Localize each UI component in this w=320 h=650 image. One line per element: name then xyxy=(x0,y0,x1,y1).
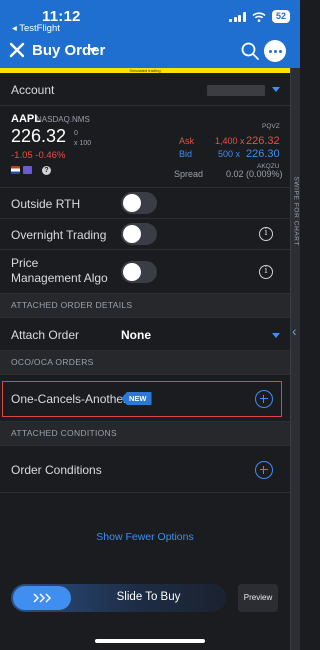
signal-icon xyxy=(229,11,246,22)
home-indicator[interactable] xyxy=(95,639,205,643)
new-badge: NEW xyxy=(121,392,152,405)
oca-label: One-Cancels-Another xyxy=(11,392,128,406)
section-header-attached-conditions: ATTACHED CONDITIONS xyxy=(0,422,290,446)
nav-bar: Buy Order xyxy=(0,34,300,68)
bottom-action-bar: Slide To Buy Preview xyxy=(0,574,290,624)
market-flags xyxy=(11,166,32,174)
chevron-down-icon[interactable] xyxy=(272,87,280,92)
status-bar: 11:12 ◂ TestFlight 52 xyxy=(0,0,300,34)
section-title: ATTACHED CONDITIONS xyxy=(11,428,117,438)
back-to-app-link[interactable]: ◂ TestFlight xyxy=(12,23,60,34)
attach-order-label: Attach Order xyxy=(11,328,80,342)
order-conditions-row[interactable]: Order Conditions xyxy=(0,446,290,493)
close-icon[interactable] xyxy=(8,41,26,59)
last-size: 0 xyxy=(74,130,78,137)
spread-label: Spread xyxy=(174,169,204,179)
battery-icon: 52 xyxy=(271,10,290,23)
bid-label: Bid xyxy=(179,149,193,159)
bid-size: 500 x xyxy=(218,149,241,159)
outside-rth-toggle[interactable] xyxy=(121,192,157,214)
account-row[interactable]: Account xyxy=(0,73,290,106)
chevron-down-icon[interactable] xyxy=(89,48,97,53)
slide-to-buy[interactable]: Slide To Buy xyxy=(11,584,226,612)
section-header-attached-order-details: ATTACHED ORDER DETAILS xyxy=(0,294,290,318)
overnight-trading-label: Overnight Trading xyxy=(11,228,107,242)
bid-price[interactable]: 226.30 xyxy=(246,148,280,160)
ask-label: Ask xyxy=(179,136,195,146)
spread-value: 0.02 (0.009%) xyxy=(226,169,283,179)
section-header-oco: OCO/OCA ORDERS xyxy=(0,351,290,375)
account-id-masked xyxy=(207,85,265,96)
section-title: OCO/OCA ORDERS xyxy=(11,357,94,367)
system-icons: 52 xyxy=(229,10,290,23)
attach-order-row[interactable]: Attach Order None xyxy=(0,318,290,351)
preview-button[interactable]: Preview xyxy=(238,584,278,612)
order-conditions-label: Order Conditions xyxy=(11,463,102,477)
spacer xyxy=(0,493,290,525)
swipe-for-chart-rail[interactable]: SWIPE FOR CHART ‹ xyxy=(290,68,300,650)
slide-handle[interactable] xyxy=(13,586,71,610)
ask-exchanges: PQVZ xyxy=(262,123,280,130)
overnight-trading-toggle[interactable] xyxy=(121,223,157,245)
exchange-badge-icon xyxy=(23,166,32,174)
exchange: NASDAQ.NMS xyxy=(36,115,90,124)
attach-order-value[interactable]: None xyxy=(121,328,151,342)
show-fewer-options[interactable]: Show Fewer Options xyxy=(0,525,290,553)
us-flag-icon xyxy=(11,166,20,174)
info-icon[interactable]: i xyxy=(259,227,273,241)
multiplier: x 100 xyxy=(74,140,92,147)
chevron-left-icon[interactable]: ‹ xyxy=(292,323,297,339)
quote-panel: AAPL NASDAQ.NMS 0 226.32 x 100 -1.05 -0.… xyxy=(0,106,290,188)
info-icon[interactable]: i xyxy=(259,265,273,279)
add-condition-icon[interactable] xyxy=(255,461,273,479)
rail-label: SWIPE FOR CHART xyxy=(292,176,300,247)
ask-size: 1,400 x xyxy=(215,136,245,146)
more-options-icon[interactable] xyxy=(264,40,286,62)
oca-row[interactable]: One-Cancels-Another NEW xyxy=(0,375,290,422)
help-icon[interactable]: ? xyxy=(42,166,51,175)
price-management-algo-toggle[interactable] xyxy=(121,261,157,283)
last-price: 226.32 xyxy=(11,126,67,146)
account-label: Account xyxy=(11,83,55,97)
add-oca-icon[interactable] xyxy=(255,390,273,408)
price-management-algo-label: Price Management Algo xyxy=(11,256,108,285)
wifi-icon xyxy=(252,11,266,22)
price-management-algo-row: Price Management Algo i xyxy=(0,250,290,294)
section-title: ATTACHED ORDER DETAILS xyxy=(11,300,133,310)
chevron-down-icon[interactable] xyxy=(272,333,280,338)
price-change: -1.05 -0.46% xyxy=(11,150,66,161)
order-form: Account AAPL NASDAQ.NMS 0 226.32 x 100 -… xyxy=(0,73,290,553)
ask-price[interactable]: 226.32 xyxy=(246,135,280,147)
show-fewer-options-link[interactable]: Show Fewer Options xyxy=(0,531,290,543)
slide-to-buy-label: Slide To Buy xyxy=(116,591,181,603)
outside-rth-row: Outside RTH xyxy=(0,188,290,219)
outside-rth-label: Outside RTH xyxy=(11,197,81,211)
triple-chevron-right-icon xyxy=(33,593,51,603)
search-icon[interactable] xyxy=(240,41,260,61)
overnight-trading-row: Overnight Trading i xyxy=(0,219,290,250)
